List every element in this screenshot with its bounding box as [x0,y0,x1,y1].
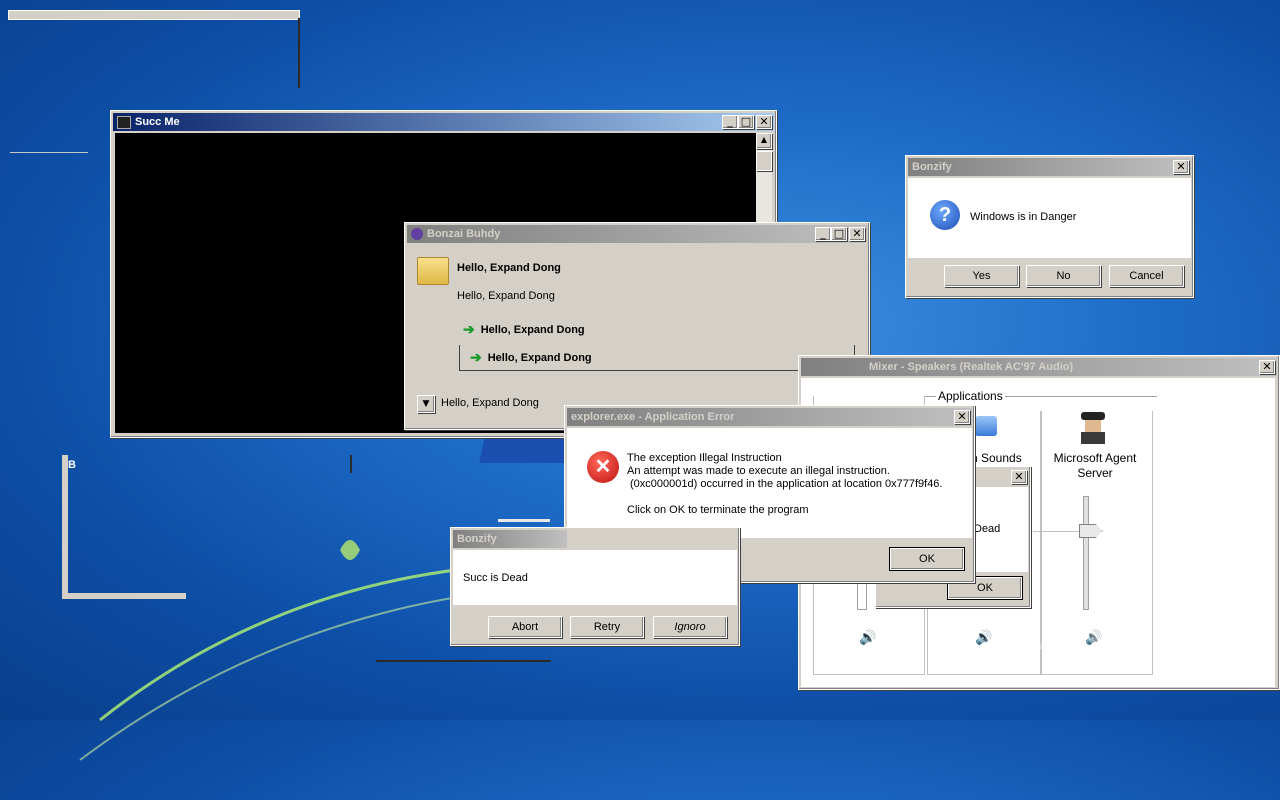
error-line-4: Click on OK to terminate the program [627,504,809,516]
agent-icon [1077,412,1109,444]
speaker-mute-icon-1[interactable]: 🔊 [859,629,876,646]
close-button[interactable]: ✕ [954,410,970,424]
bonzify-bottom-title: Bonzify [457,533,497,545]
ghost-line [376,660,551,662]
green-arrow-icon: ➔ [470,349,482,365]
bonzai-heading: Hello, Expand Dong [457,262,561,274]
hidden-dialog-message: Dead [974,523,1001,535]
succ-dead-message: Succ is Dead [463,572,528,584]
close-button[interactable]: ✕ [1173,160,1189,174]
mixer-titlebar[interactable]: Mixer - Speakers (Realtek AC'97 Audio) ✕ [801,358,1277,376]
close-button[interactable]: ✕ [1011,470,1027,484]
close-button[interactable]: ✕ [1259,360,1275,374]
bonzai-title: Bonzai Buhdy [427,228,501,240]
error-line-2: An attempt was made to execute an illega… [627,465,890,477]
bonzi-icon [411,228,423,240]
ghost-line [298,18,300,88]
command-link-2[interactable]: ➔ Hello, Expand Dong [459,345,855,371]
app-error-titlebar[interactable]: explorer.exe - Application Error ✕ [567,408,972,426]
bonzai-titlebar[interactable]: Bonzai Buhdy _ □ ✕ [407,225,867,243]
succ-me-titlebar[interactable]: Succ Me _ □ ✕ [113,113,774,131]
scroll-up-button[interactable]: ▲ [756,133,772,149]
scroll-thumb[interactable] [756,151,772,171]
app-error-title: explorer.exe - Application Error [571,411,735,423]
windows-logo-fragment [479,437,575,463]
maximize-button[interactable]: □ [738,115,754,129]
console-icon [117,115,131,129]
left-fragment-window: B [62,455,186,599]
left-fragment-title: B [68,459,76,471]
applications-label: Applications [936,389,1005,403]
command-link-1-label: Hello, Expand Dong [480,323,585,336]
maximize-button[interactable]: □ [831,227,847,241]
ghost-line [498,519,550,522]
anyrun-watermark: ANY RUN [1038,607,1270,660]
command-link-2-label: Hello, Expand Dong [487,351,592,364]
close-button[interactable]: ✕ [849,227,865,241]
ghost-window-top-left [8,10,300,20]
retry-button[interactable]: Retry [570,616,644,638]
ok-button[interactable]: OK [889,547,965,571]
cancel-button[interactable]: Cancel [1109,265,1184,287]
close-button[interactable]: ✕ [756,115,772,129]
device-slider-track[interactable] [857,581,867,610]
abort-button[interactable]: Abort [488,616,562,638]
folder-icon [417,257,449,285]
bonzify-title: Bonzify [912,161,952,173]
minimize-button[interactable]: _ [815,227,831,241]
minimize-button[interactable]: _ [722,115,738,129]
expand-details-button[interactable]: ▼ [417,395,435,413]
speaker-mute-icon-2[interactable]: 🔊 [975,629,992,646]
speaker-device-icon [975,416,997,436]
error-icon: ✕ [587,451,619,483]
danger-message: Windows is in Danger [970,211,1077,223]
mixer-title: Mixer - Speakers (Realtek AC'97 Audio) [869,361,1074,373]
bonzai-subtext: Hello, Expand Dong [457,290,555,302]
no-button[interactable]: No [1026,265,1101,287]
ignore-button[interactable]: Ignoro [653,616,727,638]
command-link-1[interactable]: ➔ Hello, Expand Dong [463,321,585,338]
bonzify-titlebar[interactable]: Bonzify ✕ [908,158,1191,176]
green-arrow-icon: ➔ [463,321,475,337]
slider-line [1033,531,1079,532]
bonzify-bottom-titlebar[interactable]: Bonzify [453,530,567,548]
yes-button[interactable]: Yes [944,265,1019,287]
question-icon: ? [930,200,960,230]
volume-slider-track[interactable] [1083,496,1089,610]
sounds-label: n Sounds [971,451,1022,465]
bonzify-danger-dialog: Bonzify ✕ ? Windows is in Danger Yes No … [905,155,1194,298]
succ-me-title: Succ Me [135,116,180,128]
agent-server-label: Microsoft Agent Server [1053,451,1137,480]
ghost-line [350,455,352,473]
expand-details-label: Hello, Expand Dong [441,397,539,409]
ghost-line [10,152,88,153]
error-line-1: The exception Illegal Instruction [627,452,782,464]
error-line-3: (0xc000001d) occurred in the application… [630,478,943,490]
bonzify-dead-dialog: Bonzify Succ is Dead Abort Retry Ignoro [450,527,740,646]
